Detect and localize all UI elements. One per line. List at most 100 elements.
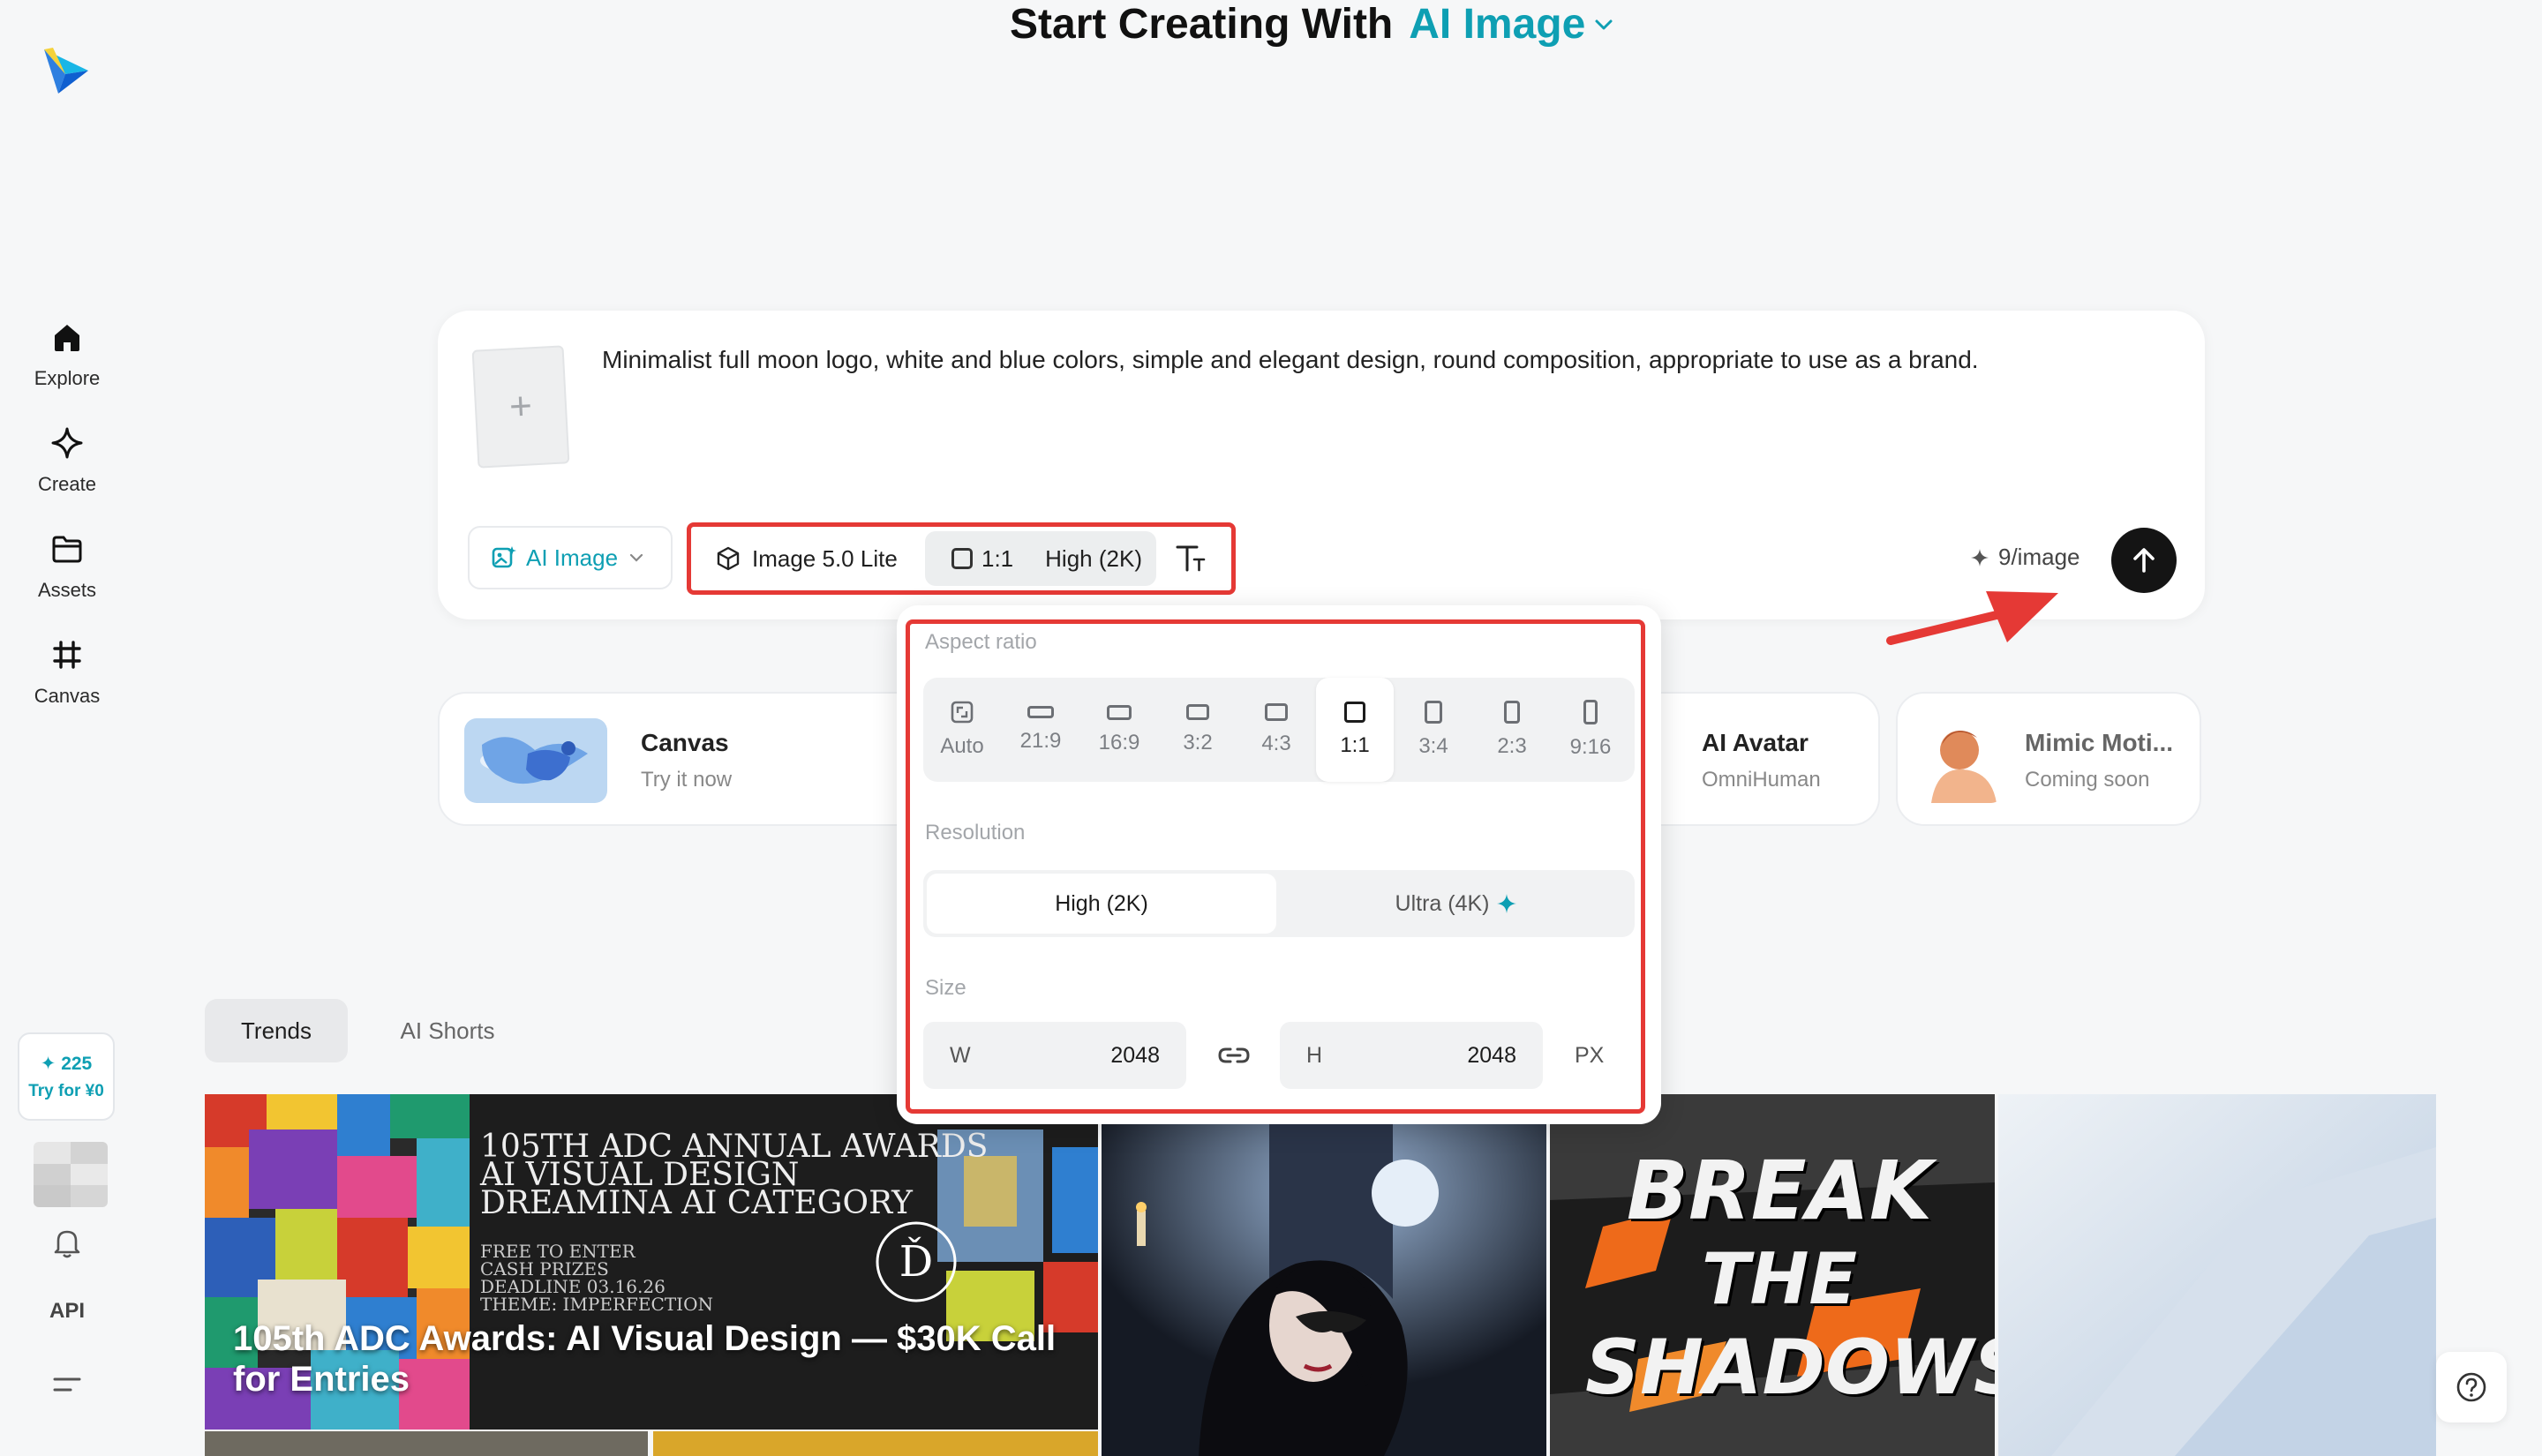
ratio-label: 1:1 bbox=[981, 544, 1014, 572]
ratio-option-3-2[interactable]: 3:2 bbox=[1159, 678, 1237, 782]
sidebar-item-assets[interactable]: Assets bbox=[14, 529, 120, 602]
ratio-option-auto[interactable]: Auto bbox=[923, 678, 1001, 782]
poster-detail: THEME: IMPERFECTION bbox=[480, 1294, 713, 1315]
credits-button[interactable]: ✦ 225 Try for ¥0 bbox=[18, 1032, 115, 1121]
feature-title: AI Avatar bbox=[1702, 729, 1809, 756]
feature-subtitle: OmniHuman bbox=[1702, 768, 1821, 792]
ratio-option-2-3[interactable]: 2:3 bbox=[1473, 678, 1551, 782]
poster-detail: FREE TO ENTER bbox=[480, 1241, 636, 1262]
ratio-label: 3:4 bbox=[1418, 734, 1448, 758]
page-title: Start Creating With AI Image bbox=[1010, 0, 1619, 49]
ratio-option-21-9[interactable]: 21:9 bbox=[1002, 678, 1079, 782]
sidebar-item-label: Canvas bbox=[34, 685, 101, 707]
ratio-option-16-9[interactable]: 16:9 bbox=[1080, 678, 1158, 782]
sidebar-item-label: Assets bbox=[37, 579, 97, 601]
ratio-option-3-4[interactable]: 3:4 bbox=[1395, 678, 1472, 782]
model-select-button[interactable]: Image 5.0 Lite bbox=[699, 531, 911, 586]
feature-title: Mimic Moti... bbox=[2025, 729, 2173, 756]
ratio-option-4-3[interactable]: 4:3 bbox=[1237, 678, 1315, 782]
gallery-caption: 105th ADC Awards: AI Visual Design — $30… bbox=[233, 1319, 1057, 1399]
resolution-option-label: High (2K) bbox=[1055, 890, 1148, 916]
arrow-up-icon bbox=[2133, 548, 2155, 573]
ratio-label: 4:3 bbox=[1261, 732, 1291, 755]
help-button[interactable] bbox=[2436, 1352, 2507, 1422]
chevron-down-icon bbox=[629, 553, 643, 562]
try-free-label: Try for ¥0 bbox=[28, 1081, 104, 1100]
width-key: W bbox=[950, 1043, 971, 1068]
ratio-shape-icon bbox=[1265, 703, 1288, 721]
ratio-label: 1:1 bbox=[1340, 733, 1370, 757]
graffiti-word: SHADOWS bbox=[1585, 1324, 1995, 1412]
link-icon[interactable] bbox=[1216, 1039, 1252, 1071]
generate-button[interactable] bbox=[2111, 528, 2177, 593]
app-logo[interactable] bbox=[41, 44, 94, 97]
graffiti-word: THE bbox=[1701, 1238, 1858, 1320]
ratio-option-9-16[interactable]: 9:16 bbox=[1552, 678, 1629, 782]
text-style-icon[interactable] bbox=[1170, 538, 1211, 579]
ratio-resolution-button[interactable]: 1:1 High (2K) bbox=[925, 531, 1156, 586]
height-input[interactable]: H 2048 bbox=[1280, 1022, 1543, 1089]
aspect-ratio-label: Aspect ratio bbox=[925, 630, 1037, 654]
sidebar-item-explore[interactable]: Explore bbox=[14, 318, 120, 390]
gallery-item-break-the-shadows[interactable]: BREAK THE SHADOWS bbox=[1550, 1094, 1995, 1456]
aspect-ratio-options: Auto 21:9 16:9 3:2 4:3 1:1 3:4 2:3 9:16 bbox=[923, 678, 1635, 782]
tab-trends[interactable]: Trends bbox=[205, 999, 348, 1062]
chevron-down-icon[interactable] bbox=[1589, 10, 1619, 40]
cost-label: 9/image bbox=[1998, 544, 2080, 570]
poster-line: DREAMINA AI CATEGORY bbox=[480, 1185, 913, 1221]
sidebar-item-label: Create bbox=[37, 473, 97, 495]
feature-card-mimic-motion[interactable]: Mimic Moti... Coming soon bbox=[1896, 692, 2201, 826]
ratio-shape-icon bbox=[1027, 706, 1054, 718]
feature-subtitle: Coming soon bbox=[2025, 768, 2150, 792]
ratio-shape-icon bbox=[1425, 701, 1442, 724]
home-icon bbox=[55, 325, 79, 351]
sparkle-icon bbox=[1971, 548, 1989, 567]
ratio-label: 2:3 bbox=[1497, 734, 1527, 758]
plus-icon: + bbox=[508, 384, 534, 429]
feature-title: Canvas bbox=[641, 729, 729, 756]
tab-ai-shorts[interactable]: AI Shorts bbox=[371, 999, 524, 1062]
red-annotation-arrow bbox=[1886, 591, 2058, 645]
ratio-option-1-1[interactable]: 1:1 bbox=[1316, 678, 1394, 782]
poster-detail: CASH PRIZES bbox=[480, 1258, 609, 1280]
cube-icon bbox=[717, 546, 740, 571]
ratio-shape-icon bbox=[1583, 700, 1598, 724]
resolution-option-label: Ultra (4K) bbox=[1395, 890, 1490, 916]
ratio-settings-popover: Aspect ratio Auto 21:9 16:9 3:2 4:3 1:1 … bbox=[897, 605, 1661, 1124]
gallery-item-abstract[interactable] bbox=[1998, 1094, 2436, 1456]
resolution-option-4k[interactable]: Ultra (4K) bbox=[1282, 874, 1631, 934]
ratio-label: 16:9 bbox=[1098, 730, 1140, 754]
ratio-label: 9:16 bbox=[1569, 735, 1612, 759]
bell-icon[interactable] bbox=[49, 1225, 85, 1260]
prompt-input[interactable]: Minimalist full moon logo, white and blu… bbox=[602, 342, 2155, 378]
sidebar-item-create[interactable]: Create bbox=[14, 424, 120, 496]
ratio-label: 3:2 bbox=[1183, 731, 1213, 754]
abstract-art bbox=[1998, 1094, 2436, 1456]
reference-image-upload[interactable]: + bbox=[471, 345, 570, 469]
resolution-section-label: Resolution bbox=[925, 821, 1026, 844]
sidebar-item-canvas[interactable]: Canvas bbox=[14, 635, 120, 708]
gallery-item-adc-awards[interactable]: Ď 105TH ADC ANNUAL AWARDS AI VISUAL DESI… bbox=[205, 1094, 1098, 1430]
cost-indicator: 9/image bbox=[1970, 544, 2080, 571]
gallery-item[interactable] bbox=[653, 1431, 1098, 1456]
resolution-options: High (2K) Ultra (4K) bbox=[923, 870, 1635, 937]
feature-card-canvas[interactable]: Canvas Try it now bbox=[438, 692, 932, 826]
unit-label: PX bbox=[1575, 1043, 1605, 1068]
generator-type-dropdown[interactable]: AI Image bbox=[1409, 0, 1585, 49]
gallery-item[interactable] bbox=[205, 1431, 648, 1456]
ratio-shape-icon bbox=[1504, 701, 1520, 724]
api-link[interactable]: API bbox=[39, 1299, 95, 1324]
resolution-option-2k[interactable]: High (2K) bbox=[927, 874, 1276, 934]
ratio-shape-icon bbox=[1186, 704, 1209, 720]
poster-detail: DEADLINE 03.16.26 bbox=[480, 1276, 666, 1297]
mode-select[interactable]: AI Image bbox=[468, 526, 673, 589]
image-mode-icon bbox=[492, 546, 516, 568]
model-label: Image 5.0 Lite bbox=[752, 544, 898, 572]
gallery-item-masked-woman[interactable] bbox=[1102, 1122, 1546, 1456]
avatar[interactable] bbox=[34, 1142, 108, 1207]
ratio-shape-icon bbox=[1344, 702, 1365, 723]
masked-woman-art bbox=[1102, 1122, 1546, 1456]
mimic-thumbnail bbox=[1919, 718, 2004, 803]
width-input[interactable]: W 2048 bbox=[923, 1022, 1186, 1089]
menu-icon[interactable] bbox=[51, 1371, 83, 1398]
